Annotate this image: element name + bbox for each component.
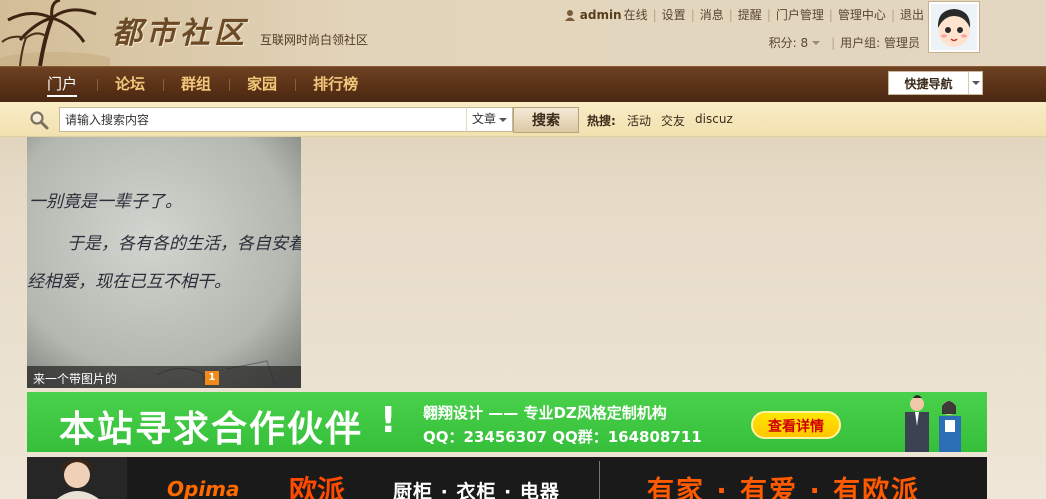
- user-nav: admin 在线 | 设置 | 消息 | 提醒 | 门户管理 | 管理中心 | …: [564, 6, 924, 23]
- separator: |: [652, 7, 657, 22]
- ad-banner-partner[interactable]: 本站寻求合作伙伴 ! 翱翔设计 —— 专业DZ风格定制机构 QQ：2345630…: [27, 392, 987, 452]
- search-input[interactable]: [59, 107, 467, 132]
- logout-link[interactable]: 退出: [900, 6, 924, 23]
- hot-search-label: 热搜:: [587, 114, 616, 128]
- ad-headline: 本站寻求合作伙伴: [59, 409, 364, 450]
- slide-caption[interactable]: 来一个带图片的: [33, 370, 117, 387]
- handwriting-line: 一别竟是一辈子了。: [29, 192, 182, 212]
- online-status: 在线: [623, 8, 648, 22]
- ad-banner-opima[interactable]: Opima 欧派 厨柜 · 衣柜 · 电器 有家 · 有爱 · 有欧派: [27, 457, 987, 499]
- quick-nav-button[interactable]: 快捷导航: [888, 71, 983, 95]
- brand-logo-text: Opima: [167, 477, 240, 499]
- palm-tree-logo-art: [0, 0, 110, 66]
- site-tagline: 互联网时尚白领社区: [260, 33, 369, 47]
- divider: [599, 461, 600, 499]
- nav-item-forum[interactable]: 论坛: [97, 67, 163, 103]
- brand-cn: 欧派: [289, 474, 346, 499]
- nav-item-label: 群组: [181, 75, 212, 93]
- separator: |: [828, 7, 833, 22]
- slide-page-indicator[interactable]: 1: [205, 371, 219, 385]
- user-icon: [564, 9, 575, 21]
- site-logo[interactable]: 都市社区: [112, 8, 248, 52]
- hot-search-link[interactable]: discuz: [695, 112, 733, 129]
- search-bar: 文章 搜索 热搜: 活动 交友 discuz: [0, 102, 1046, 137]
- slide-image[interactable]: 一别竟是一辈子了。 于是，各有各的生活，各自安着别自 经相爱，现在已互不相干。: [27, 137, 301, 388]
- usergroup-link[interactable]: 用户组: 管理员: [840, 34, 920, 51]
- credits-link[interactable]: 积分: 8: [769, 34, 809, 51]
- handwriting-photo: 一别竟是一辈子了。 于是，各有各的生活，各自安着别自 经相爱，现在已互不相干。: [27, 137, 301, 388]
- chevron-down-icon[interactable]: [968, 72, 982, 94]
- avatar[interactable]: [928, 1, 980, 53]
- messages-link[interactable]: 消息: [700, 6, 724, 23]
- hot-search-links: 活动 交友 discuz: [627, 112, 743, 129]
- ad-products: 厨柜 · 衣柜 · 电器: [393, 481, 560, 499]
- model-photo: [27, 457, 127, 499]
- site-header: 都市社区 互联网时尚白领社区 admin 在线 | 设置 | 消息 | 提醒 |…: [0, 0, 1046, 66]
- search-button[interactable]: 搜索: [513, 107, 579, 133]
- handwriting-line: 经相爱，现在已互不相干。: [27, 272, 231, 292]
- nav-item-label: 排行榜: [313, 75, 359, 93]
- business-people-image: [905, 395, 961, 452]
- main-nav: 门户 论坛 群组 家园 排行榜 快捷导航: [0, 66, 1046, 102]
- ad-contact: QQ：23456307 QQ群：164808711: [423, 428, 702, 446]
- chevron-down-icon[interactable]: [812, 40, 821, 45]
- search-icon: [30, 111, 49, 130]
- username-link[interactable]: admin: [580, 8, 622, 22]
- ad-subtitle: 翱翔设计 —— 专业DZ风格定制机构: [423, 404, 667, 422]
- separator: |: [890, 7, 895, 22]
- quick-nav-label: 快捷导航: [904, 76, 953, 91]
- hot-search-link[interactable]: 活动: [627, 112, 651, 129]
- notifications-link[interactable]: 提醒: [738, 6, 762, 23]
- search-type-select[interactable]: 文章: [466, 107, 513, 132]
- main-nav-list: 门户 论坛 群组 家园 排行榜: [27, 67, 376, 103]
- separator: |: [766, 7, 771, 22]
- hot-search-link[interactable]: 交友: [661, 112, 685, 129]
- separator: |: [690, 7, 695, 22]
- portal-admin-link[interactable]: 门户管理: [776, 6, 824, 23]
- user-info: 积分: 8 | 用户组: 管理员: [769, 34, 920, 51]
- nav-item-label: 门户: [47, 75, 78, 97]
- nav-item-ranking[interactable]: 排行榜: [295, 67, 376, 103]
- ad-details-button[interactable]: 查看详情: [751, 411, 841, 439]
- separator: |: [728, 7, 733, 22]
- ad-headline-punct: !: [380, 400, 397, 441]
- nav-item-home[interactable]: 家园: [229, 67, 295, 103]
- separator: |: [831, 35, 836, 50]
- admin-center-link[interactable]: 管理中心: [838, 6, 886, 23]
- nav-item-portal[interactable]: 门户: [27, 67, 97, 103]
- slideshow[interactable]: 一别竟是一辈子了。 于是，各有各的生活，各自安着别自 经相爱，现在已互不相干。 …: [27, 137, 301, 388]
- nav-item-groups[interactable]: 群组: [163, 67, 229, 103]
- nav-item-label: 论坛: [115, 75, 146, 93]
- settings-link[interactable]: 设置: [662, 6, 686, 23]
- nav-item-label: 家园: [247, 75, 278, 93]
- ad-slogan: 有家 · 有爱 · 有欧派: [647, 476, 921, 499]
- handwriting-line: 于是，各有各的生活，各自安着别自: [67, 234, 301, 254]
- slide-caption-bar: 来一个带图片的 1: [27, 366, 301, 388]
- avatar-image: [931, 4, 977, 50]
